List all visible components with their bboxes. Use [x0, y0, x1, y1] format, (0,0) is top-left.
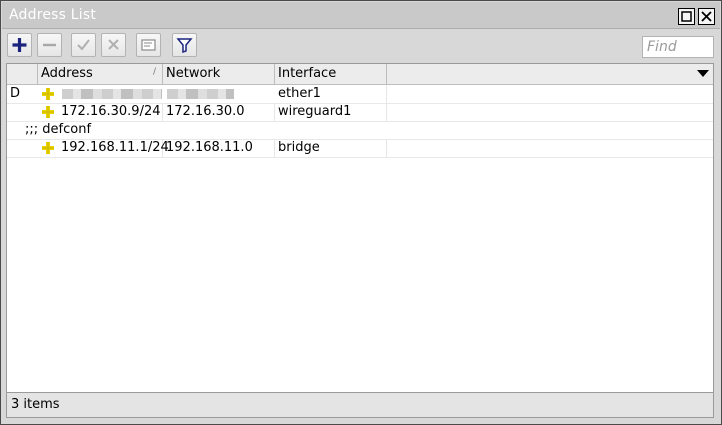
obscured-address [62, 89, 162, 99]
close-button[interactable] [698, 8, 715, 25]
title-bar[interactable]: Address List [2, 2, 720, 29]
comment-button[interactable] [136, 33, 161, 57]
address-table: Address / Network Interface D ether1 172… [6, 63, 714, 393]
dynamic-flag: D [10, 86, 21, 101]
disable-icon [108, 39, 119, 50]
disable-button[interactable] [101, 33, 126, 57]
comment-icon [141, 39, 156, 51]
address-list-window: Address List Find Address / Network Inte… [0, 0, 722, 425]
interface-cell: ether1 [275, 85, 387, 103]
address-cell: 192.168.11.1/24 [58, 139, 169, 157]
column-header-address[interactable]: Address / [38, 64, 163, 84]
column-label: Network [166, 66, 221, 81]
comment-row[interactable]: ;;; defconf [7, 121, 713, 140]
status-bar: 3 items [6, 393, 714, 418]
maximize-button[interactable] [678, 8, 695, 25]
remove-icon [43, 43, 56, 47]
column-header-interface[interactable]: Interface [275, 64, 387, 84]
interface-cell: bridge [275, 139, 387, 157]
comment-text: ;;; defconf [25, 122, 92, 137]
remove-button[interactable] [37, 33, 62, 57]
close-icon [701, 11, 712, 22]
enable-icon [77, 39, 90, 51]
filter-icon [176, 38, 193, 54]
add-button[interactable] [7, 33, 32, 57]
network-cell: 172.16.30.0 [163, 103, 275, 121]
column-menu-chevron-down-icon[interactable] [697, 70, 709, 77]
filter-button[interactable] [172, 33, 197, 57]
maximize-icon [681, 11, 692, 22]
address-plus-icon [42, 88, 54, 100]
add-icon [12, 38, 27, 52]
window-title: Address List [9, 7, 97, 23]
item-count: 3 items [11, 397, 60, 412]
column-label: Address [41, 66, 93, 81]
network-cell: 192.168.11.0 [163, 139, 275, 157]
table-row[interactable]: 192.168.11.1/24 192.168.11.0 bridge [7, 139, 713, 158]
enable-button[interactable] [71, 33, 96, 57]
toolbar [2, 29, 720, 62]
address-plus-icon [42, 142, 54, 154]
table-row[interactable]: 172.16.30.9/24 172.16.30.0 wireguard1 [7, 103, 713, 122]
address-cell: 172.16.30.9/24 [58, 103, 163, 121]
column-label: Interface [278, 66, 337, 81]
obscured-network [167, 89, 234, 99]
table-row[interactable]: D ether1 [7, 85, 713, 104]
sort-indicator-icon: / [152, 67, 156, 77]
find-input[interactable] [642, 36, 714, 58]
flag-column-header[interactable] [7, 64, 38, 84]
table-header: Address / Network Interface [7, 64, 713, 85]
column-header-network[interactable]: Network [163, 64, 275, 84]
address-plus-icon [42, 106, 54, 118]
interface-cell: wireguard1 [275, 103, 387, 121]
